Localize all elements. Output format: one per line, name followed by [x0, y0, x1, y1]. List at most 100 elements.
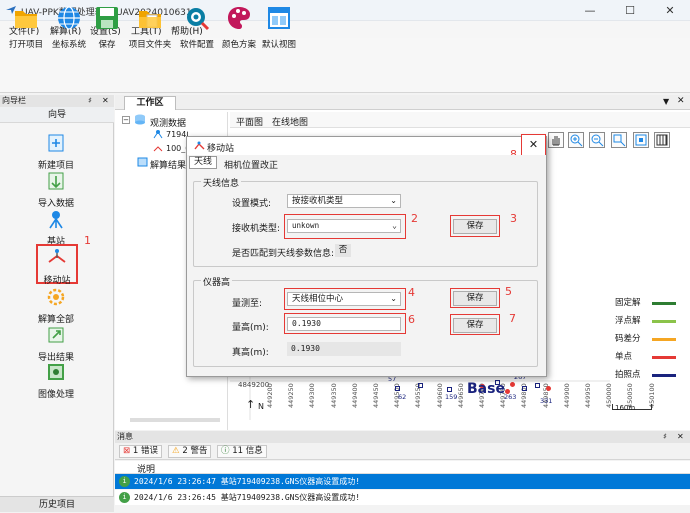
annotation-number-6: 6 [408, 313, 415, 326]
map-point-marker[interactable] [510, 382, 515, 387]
globe-icon [58, 6, 80, 30]
coordinate-system-button[interactable]: 坐标系统 [49, 3, 89, 51]
mode-value: 按接收机类型 [292, 196, 344, 206]
nav-export-results[interactable]: 导出结果 [0, 325, 112, 363]
default-view-button[interactable]: 默认视图 [259, 3, 299, 51]
default-view-label: 默认视图 [261, 40, 296, 50]
receiver-type-select[interactable]: unkown ⌄ [287, 219, 401, 233]
tab-plan-view[interactable]: 平面图 [236, 115, 263, 128]
receiver-save-button[interactable]: 保存 [453, 219, 497, 234]
tab-camera-offset[interactable]: 相机位置改正 [224, 158, 278, 171]
history-projects[interactable]: 历史项目 [0, 496, 114, 512]
tree-item-rover[interactable]: 100_0 [166, 144, 186, 153]
legend-swatch [652, 356, 676, 359]
chevron-down-icon: ⌄ [392, 221, 397, 230]
maximize-button[interactable]: ☐ [610, 0, 650, 21]
dialog-title: 移动站 [207, 144, 235, 154]
close-button[interactable]: ✕ [650, 0, 690, 21]
legend-label: 浮点解 [615, 316, 641, 326]
map-point-marker[interactable] [522, 386, 527, 391]
nav-image-processing-label: 图像处理 [37, 390, 74, 400]
point-label: 331 [540, 397, 553, 405]
legend-swatch [652, 374, 676, 377]
nav-image-processing[interactable]: 图像处理 [0, 362, 112, 400]
map-point-marker[interactable] [395, 386, 400, 391]
open-project-button[interactable]: 打开项目 [6, 3, 46, 51]
default-view-icon [268, 7, 290, 29]
tree-item-base[interactable]: 719409238_GNS [166, 130, 188, 139]
annotation-number-5: 5 [505, 285, 512, 298]
height-group-label: 仪器高 [201, 275, 233, 288]
message-row[interactable]: i 2024/1/6 23:26:45 基站719409238.GNS仪器高设置… [115, 490, 690, 505]
software-config-button[interactable]: 软件配置 [177, 3, 217, 51]
messages-panel-title: 消息 [115, 431, 690, 443]
nav-import-data[interactable]: 导入数据 [0, 171, 112, 209]
tab-online-map[interactable]: 在线地图 [272, 115, 308, 128]
project-folder-button[interactable]: 项目文件夹 [126, 3, 174, 51]
antenna-group-label: 天线信息 [201, 176, 242, 189]
height-save-button[interactable]: 保存 [453, 318, 497, 333]
pin-icon[interactable]: ♯ [88, 96, 92, 105]
tab-close-icon[interactable]: ✕ [677, 96, 685, 106]
annotation-number-3: 3 [510, 212, 517, 225]
tree-collapse-icon[interactable]: − [122, 116, 130, 124]
nav-new-project[interactable]: 新建项目 [0, 133, 112, 171]
measured-height-input[interactable]: 0.1930 [287, 317, 401, 331]
color-scheme-button[interactable]: 颜色方案 [219, 3, 259, 51]
x-tick-label: 449600 [435, 383, 444, 408]
nav-new-project-label: 新建项目 [37, 161, 74, 171]
method-save-button[interactable]: 保存 [453, 291, 497, 306]
minimize-button[interactable]: — [570, 0, 610, 21]
image-processing-icon [48, 364, 64, 380]
tree-solve-results[interactable]: 解算结果 [150, 158, 186, 171]
nav-close-icon[interactable]: ✕ [102, 96, 109, 105]
map-point-marker[interactable] [505, 389, 510, 394]
nav-panel-title: 向导栏 [0, 95, 114, 107]
message-row[interactable]: i 2024/1/6 23:26:47 基站719409238.GNS仪器高设置… [115, 474, 690, 489]
tab-antenna[interactable]: 天线 [189, 156, 217, 169]
error-icon: ⊠ [123, 446, 131, 456]
point-label: 62 [398, 393, 407, 401]
point-label: 159 [445, 393, 458, 401]
map-point-marker[interactable] [447, 387, 452, 392]
dialog-close-button[interactable]: ✕ [521, 134, 546, 156]
chevron-down-icon: ⌄ [390, 294, 397, 303]
save-button[interactable]: 保存 [92, 3, 122, 51]
tab-dropdown-icon[interactable]: ▼ [663, 97, 669, 106]
message-text: 2024/1/6 23:26:45 基站719409238.GNS仪器高设置成功… [134, 493, 361, 502]
rover-node-icon [153, 146, 163, 152]
tab-workspace[interactable]: 工作区 [124, 96, 176, 110]
measure-to-select[interactable]: 天线相位中心 ⌄ [287, 292, 401, 306]
legend-label: 单点 [615, 352, 633, 362]
nav-solve-all[interactable]: 解算全部 [0, 287, 112, 325]
x-tick-label: 449450 [372, 383, 380, 408]
tree-scrollbar[interactable] [130, 418, 220, 422]
tab-errors[interactable]: ⊠ 1 错误 [119, 445, 162, 458]
tab-info[interactable]: ⓘ 11 信息 [217, 445, 267, 458]
x-tick-label: 449400 [350, 383, 359, 408]
map-point-marker[interactable] [535, 383, 540, 388]
map-point-marker[interactable] [418, 383, 423, 388]
annotation-number-4: 4 [408, 286, 415, 299]
map-point-marker[interactable] [546, 386, 551, 391]
legend-swatch [652, 338, 676, 341]
mode-select[interactable]: 按接收机类型 ⌄ [287, 194, 401, 208]
measure-to-label: 量测至: [232, 299, 263, 309]
mode-label: 设置模式: [232, 199, 272, 209]
base-station-icon [49, 211, 63, 229]
nav-base-station[interactable]: 基站 [0, 209, 112, 247]
legend-swatch [652, 320, 676, 323]
messages-close-icon[interactable]: ✕ [677, 432, 684, 441]
point-label: 263 [504, 393, 517, 401]
software-config-label: 软件配置 [179, 40, 214, 50]
annotation-number-7: 7 [509, 312, 516, 325]
project-folder-label: 项目文件夹 [128, 40, 172, 50]
legend-item: 浮点解 [615, 314, 690, 328]
info-icon: i [119, 476, 130, 487]
tab-warnings[interactable]: ⚠ 2 警告 [168, 445, 212, 458]
coordinate-system-label: 坐标系统 [51, 40, 86, 50]
warnings-label: 2 警告 [182, 446, 208, 456]
nav-rover-station[interactable]: 移动站 [36, 244, 78, 286]
tree-observation-data[interactable]: 观测数据 [150, 116, 186, 129]
messages-pin-icon[interactable]: ♯ [663, 432, 667, 441]
